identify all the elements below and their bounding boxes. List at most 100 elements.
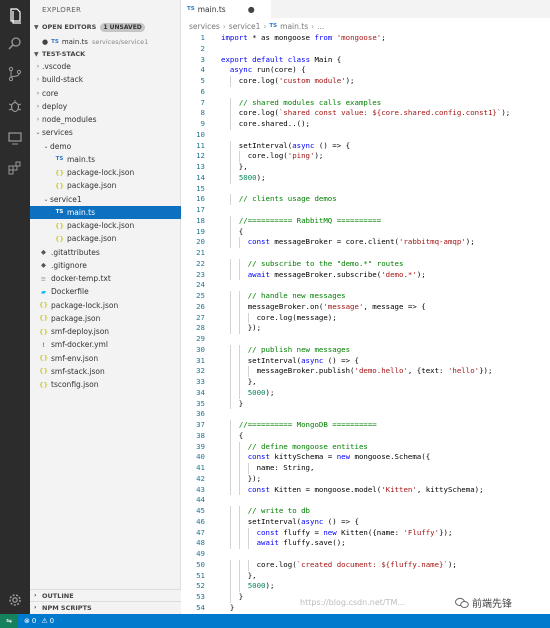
code-text: export default class Main { — [221, 54, 342, 64]
files-icon[interactable] — [5, 6, 25, 26]
line-number: 44 — [196, 495, 205, 505]
npm-scripts-panel-header[interactable]: › NPM SCRIPTS — [30, 601, 181, 613]
chevron-right-icon[interactable]: › — [34, 76, 42, 83]
tree-item-label: docker-temp.txt — [51, 274, 111, 283]
npm-scripts-label: NPM SCRIPTS — [42, 603, 92, 612]
tree-folder[interactable]: › deploy — [30, 100, 181, 113]
remote-indicator-icon[interactable]: ⇋ — [0, 614, 18, 628]
breadcrumb-item[interactable]: main.ts — [280, 22, 308, 31]
line-number: 49 — [196, 549, 205, 558]
line-number: 22 — [196, 258, 205, 268]
line-number: 42 — [196, 473, 205, 483]
chevron-down-icon[interactable]: ⌄ — [34, 129, 42, 136]
unsaved-dot-icon[interactable]: ● — [248, 5, 255, 14]
settings-gear-icon[interactable] — [5, 590, 25, 610]
tree-item-label: .gitattributes — [51, 247, 100, 257]
line-number: 6 — [200, 86, 205, 96]
line-number: 16 — [196, 194, 205, 204]
code-line: 12 core.log('ping'); — [181, 151, 550, 162]
tree-file[interactable]: {} package-lock.json — [30, 219, 181, 232]
code-line: 15 — [181, 184, 550, 195]
breadcrumb-item[interactable]: services — [189, 22, 220, 31]
error-icon: ⊗ — [24, 617, 30, 625]
tree-file[interactable]: ◆ .gitignore — [30, 259, 181, 272]
tree-folder[interactable]: › .vscode — [30, 60, 181, 73]
code-editor[interactable]: 1 import * as mongoose from 'mongoose'; 2 3… — [181, 33, 550, 614]
chevron-right-icon[interactable]: › — [34, 103, 42, 110]
code-line: 2 — [181, 44, 550, 55]
tree-file[interactable]: {} package-lock.json — [30, 166, 181, 179]
open-editor-item[interactable]: ● TS main.ts services/service1 — [30, 36, 181, 48]
code-line: 20 const messageBroker = core.client('ra… — [181, 237, 550, 248]
outline-panel-header[interactable]: › OUTLINE — [30, 589, 181, 601]
code-line: 17 — [181, 205, 550, 216]
tree-file[interactable]: ! smf-docker.yml — [30, 338, 181, 351]
tree-file[interactable]: TS main.ts — [30, 153, 181, 166]
tree-file[interactable]: {} smf-env.json — [30, 352, 181, 365]
tree-file[interactable]: ≡ docker-temp.txt — [30, 272, 181, 285]
open-editors-header[interactable]: ▼ OPEN EDITORS 1 UNSAVED — [30, 21, 181, 33]
problems-indicator[interactable]: ⊗ 0 ⚠ 0 — [24, 617, 54, 625]
code-line: 13 }, — [181, 162, 550, 173]
tree-item-label: package.json — [67, 234, 117, 244]
tree-file[interactable]: ◆ .gitattributes — [30, 246, 181, 259]
chevron-right-icon[interactable]: › — [34, 116, 42, 123]
tree-file[interactable]: {} package.json — [30, 312, 181, 325]
code-line: 51 }, — [181, 570, 550, 582]
code-text: name: String, — [221, 463, 315, 472]
tree-folder[interactable]: › core — [30, 87, 181, 100]
breadcrumb-item[interactable]: service1 — [229, 22, 261, 31]
remote-explorer-icon[interactable] — [5, 128, 25, 148]
extensions-icon[interactable] — [5, 158, 25, 178]
code-line: 7 // shared modules calls examples — [181, 97, 550, 109]
typescript-file-icon: TS — [269, 23, 278, 29]
chevron-down-icon[interactable]: ⌄ — [42, 143, 50, 150]
code-text: } — [221, 592, 244, 601]
debug-icon[interactable] — [5, 96, 25, 116]
unsaved-dot-icon[interactable]: ● — [42, 38, 48, 46]
code-line: 38 { — [181, 430, 550, 442]
code-text: core.shared..(); — [221, 119, 310, 128]
code-text: }, — [221, 377, 257, 386]
source-control-icon[interactable] — [5, 64, 25, 84]
line-number: 50 — [196, 559, 205, 569]
tree-file[interactable]: {} smf-deploy.json — [30, 325, 181, 338]
code-text: // subscribe to the "demo.*" routes — [247, 258, 404, 268]
workspace-header[interactable]: ▼ TEST-STACK — [30, 48, 181, 60]
chevron-down-icon[interactable]: ⌄ — [42, 196, 50, 203]
tree-file[interactable]: TS main.ts — [30, 205, 181, 219]
breadcrumb-item[interactable]: ... — [317, 22, 324, 31]
line-number: 2 — [200, 43, 205, 53]
code-text: await messageBroker.subscribe('demo.*'); — [247, 269, 426, 279]
line-number: 33 — [196, 377, 205, 386]
tree-folder[interactable]: › node_modules — [30, 113, 181, 126]
tree-file[interactable]: {} tsconfig.json — [30, 378, 181, 391]
code-text: messageBroker.publish('demo.hello', {tex… — [221, 366, 493, 376]
code-line: 37 //========== MongoDB ========== — [181, 420, 550, 431]
tab-main-ts[interactable]: TS main.ts ● — [181, 0, 271, 18]
code-line: 40 const kittySchema = new mongoose.Sche… — [181, 452, 550, 463]
tree-folder[interactable]: › build-stack — [30, 73, 181, 86]
code-text: 5000); — [247, 387, 275, 397]
code-text: core.log('custom module'); — [221, 76, 355, 85]
chevron-right-icon[interactable]: › — [34, 63, 42, 70]
line-number: 41 — [196, 463, 205, 472]
tree-file[interactable]: {} package.json — [30, 232, 181, 245]
tree-file[interactable]: {} smf-stack.json — [30, 365, 181, 378]
tree-file[interactable]: {} package.json — [30, 179, 181, 192]
code-line: 35 } — [181, 398, 550, 410]
unsaved-badge: 1 UNSAVED — [100, 22, 145, 32]
tree-file[interactable]: {} package-lock.json — [30, 299, 181, 312]
code-text: // handle new messages — [247, 291, 346, 300]
code-text: import * as mongoose from 'mongoose'; — [221, 33, 386, 42]
code-line: 10 — [181, 130, 550, 141]
chevron-right-icon: › — [222, 21, 226, 31]
tree-folder[interactable]: ⌄ service1 — [30, 193, 181, 206]
chevron-right-icon[interactable]: › — [34, 90, 42, 97]
search-icon[interactable] — [5, 34, 25, 54]
code-line: 26 messageBroker.on('message', message =… — [181, 301, 550, 313]
tree-file[interactable]: ▰ Dockerfile — [30, 285, 181, 298]
tree-folder[interactable]: ⌄ services — [30, 126, 181, 139]
tree-folder[interactable]: ⌄ demo — [30, 140, 181, 153]
line-number: 30 — [196, 344, 205, 354]
